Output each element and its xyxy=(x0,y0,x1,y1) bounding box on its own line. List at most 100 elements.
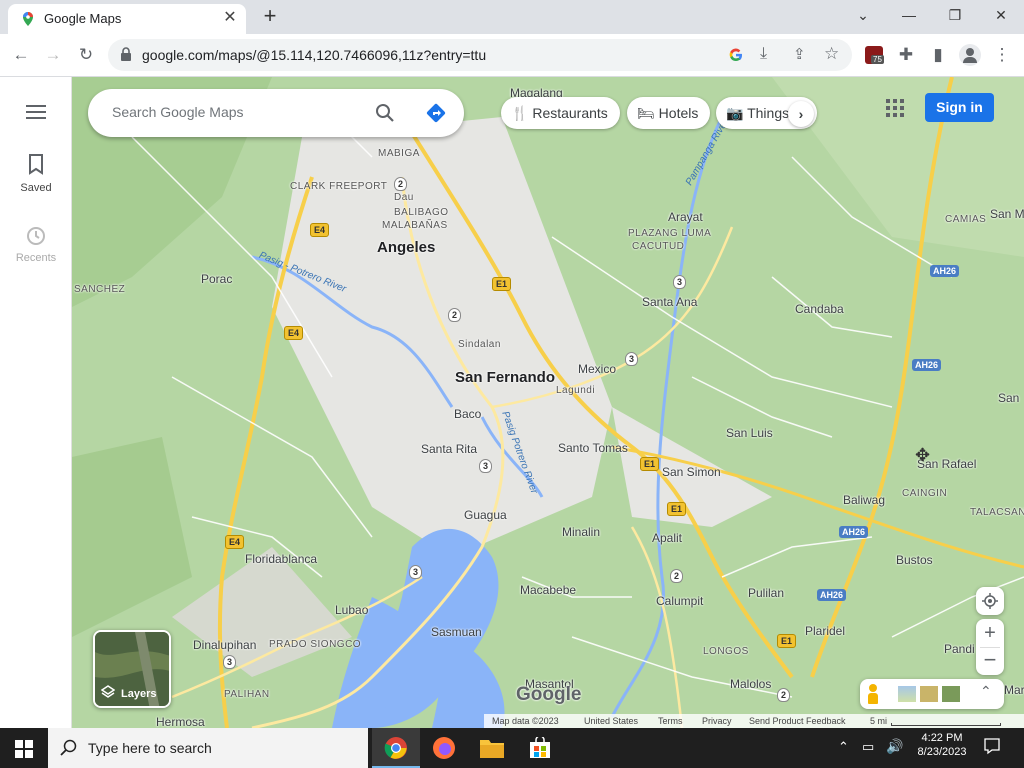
tab-title: Google Maps xyxy=(44,11,122,26)
taskbar-firefox[interactable] xyxy=(420,728,468,768)
search-box[interactable]: Search Google Maps xyxy=(88,89,464,137)
menu-kebab-icon[interactable]: ⋮ xyxy=(989,42,1015,68)
chip-hotels[interactable]: 🛏 Hotels xyxy=(627,97,711,129)
place-label: Sasmuan xyxy=(431,625,482,639)
minimize-button[interactable]: — xyxy=(889,4,929,28)
tab-close-icon[interactable]: ✕ xyxy=(220,8,240,28)
side-panel-icon[interactable]: ▮ xyxy=(925,42,951,68)
route-shield-3: 3 xyxy=(223,655,237,669)
sidebar-item-saved[interactable]: Saved xyxy=(0,153,72,194)
place-label: Lubao xyxy=(335,603,369,617)
route-shield-2: 2 xyxy=(777,688,791,702)
google-lens-icon[interactable] xyxy=(728,47,744,63)
route-shield-e4: E4 xyxy=(284,326,304,340)
windows-start-icon[interactable] xyxy=(15,740,33,758)
tab-google-maps[interactable]: Google Maps ✕ xyxy=(8,4,246,34)
route-shield-2: 2 xyxy=(448,308,462,322)
region-link[interactable]: United States xyxy=(584,716,638,726)
place-label: Calumpit xyxy=(656,594,704,608)
scale-bar xyxy=(891,723,1001,726)
maps-sidebar: Saved Recents xyxy=(0,77,72,728)
bookmark-star-icon[interactable]: ☆ xyxy=(824,44,839,64)
place-label: Baliwag xyxy=(843,493,886,507)
route-shield-3: 3 xyxy=(409,565,423,579)
zoom-in-button[interactable]: + xyxy=(976,619,1004,647)
notifications-icon[interactable] xyxy=(982,737,1002,757)
tab-search-button[interactable]: ⌄ xyxy=(843,4,883,28)
tray-chevron-icon[interactable]: ⌃ xyxy=(838,739,849,755)
terms-link[interactable]: Terms xyxy=(658,716,683,726)
route-shield-3: 3 xyxy=(625,352,639,366)
imagery-thumbnail[interactable] xyxy=(942,686,960,702)
hamburger-menu-icon[interactable] xyxy=(26,105,46,119)
privacy-link[interactable]: Privacy xyxy=(702,716,732,726)
chips-scroll-right-icon[interactable]: › xyxy=(788,101,814,127)
address-bar[interactable]: google.com/maps/@15.114,120.7466096,11z?… xyxy=(108,39,852,71)
place-label: SANCHEZ xyxy=(74,284,126,295)
search-input[interactable]: Search Google Maps xyxy=(112,104,244,120)
pegman-icon[interactable] xyxy=(868,684,878,704)
route-shield-e1: E1 xyxy=(492,277,512,291)
taskbar-search-input[interactable]: Type here to search xyxy=(88,740,212,756)
place-label: Bustos xyxy=(896,553,933,567)
place-label: CACUTUD xyxy=(632,241,685,252)
place-label: PALIHAN xyxy=(224,689,270,700)
restore-button[interactable]: ❐ xyxy=(935,4,975,28)
place-label: BALIBAGO xyxy=(394,207,449,218)
route-shield-e4: E4 xyxy=(310,223,330,237)
search-icon xyxy=(60,739,77,756)
map-canvas[interactable]: Magalang MABIGA CLARK FREEPORT Dau BALIB… xyxy=(72,77,1024,728)
route-shield-e1: E1 xyxy=(640,457,660,471)
forward-icon[interactable]: → xyxy=(40,42,66,68)
move-cursor-icon: ✥ xyxy=(915,445,931,465)
zoom-out-button[interactable]: − xyxy=(976,647,1004,675)
taskbar-store[interactable] xyxy=(516,728,564,768)
clock[interactable]: 4:22 PM 8/23/2023 xyxy=(906,732,978,758)
my-location-button[interactable] xyxy=(976,587,1004,615)
route-shield-2: 2 xyxy=(394,177,408,191)
google-apps-icon[interactable] xyxy=(886,99,904,117)
network-icon[interactable]: ▭ xyxy=(862,739,874,755)
feedback-link[interactable]: Send Product Feedback xyxy=(749,716,846,726)
search-icon[interactable] xyxy=(375,103,395,123)
taskbar-chrome[interactable] xyxy=(372,728,420,768)
directions-icon[interactable] xyxy=(425,102,447,124)
new-tab-button[interactable]: + xyxy=(258,5,282,29)
windows-taskbar: Type here to search ⌃ ▭ 🔊 4:22 PM 8/23/2… xyxy=(0,728,1024,768)
taskbar-search-box[interactable]: Type here to search xyxy=(48,728,368,768)
sign-in-button[interactable]: Sign in xyxy=(925,93,994,122)
store-icon xyxy=(530,737,550,758)
scale-label[interactable]: 5 mi xyxy=(870,716,887,726)
map-base-layer xyxy=(72,77,1024,728)
fork-knife-icon: 🍴 xyxy=(511,105,529,121)
back-icon[interactable]: ← xyxy=(8,42,34,68)
place-label: Pandi xyxy=(944,642,975,656)
place-label: Lagundi xyxy=(556,385,596,396)
chrome-icon xyxy=(384,737,407,759)
volume-icon[interactable]: 🔊 xyxy=(886,738,903,755)
sidebar-item-recents[interactable]: Recents xyxy=(0,225,72,264)
extension-shield-icon[interactable]: 75 xyxy=(865,46,884,64)
place-label: Candaba xyxy=(795,302,844,316)
place-label: Apalit xyxy=(652,531,683,545)
chip-restaurants[interactable]: 🍴 Restaurants xyxy=(501,97,620,129)
extension-badge: 75 xyxy=(871,55,884,64)
place-label: San xyxy=(998,391,1020,405)
window-close-button[interactable]: ✕ xyxy=(981,4,1021,28)
place-label: Hermosa xyxy=(156,715,205,728)
imagery-thumbnail[interactable] xyxy=(920,686,938,702)
layers-icon xyxy=(101,685,115,698)
install-app-icon[interactable]: ⤓ xyxy=(760,45,767,63)
sidebar-item-label: Recents xyxy=(15,252,57,264)
chip-label: Restaurants xyxy=(532,105,608,121)
share-icon[interactable]: ⇪ xyxy=(793,45,806,63)
taskbar-file-explorer[interactable] xyxy=(468,728,516,768)
imagery-thumbnail[interactable] xyxy=(898,686,916,702)
place-label: Pulilan xyxy=(748,586,785,600)
place-label: Dau xyxy=(394,192,414,203)
profile-avatar-icon[interactable] xyxy=(959,44,981,66)
expand-chevron-icon[interactable]: ⌃ xyxy=(980,683,992,700)
extensions-puzzle-icon[interactable]: ✚ xyxy=(893,42,919,68)
reload-icon[interactable]: ↻ xyxy=(73,42,99,68)
layers-button[interactable]: Layers xyxy=(93,630,171,708)
